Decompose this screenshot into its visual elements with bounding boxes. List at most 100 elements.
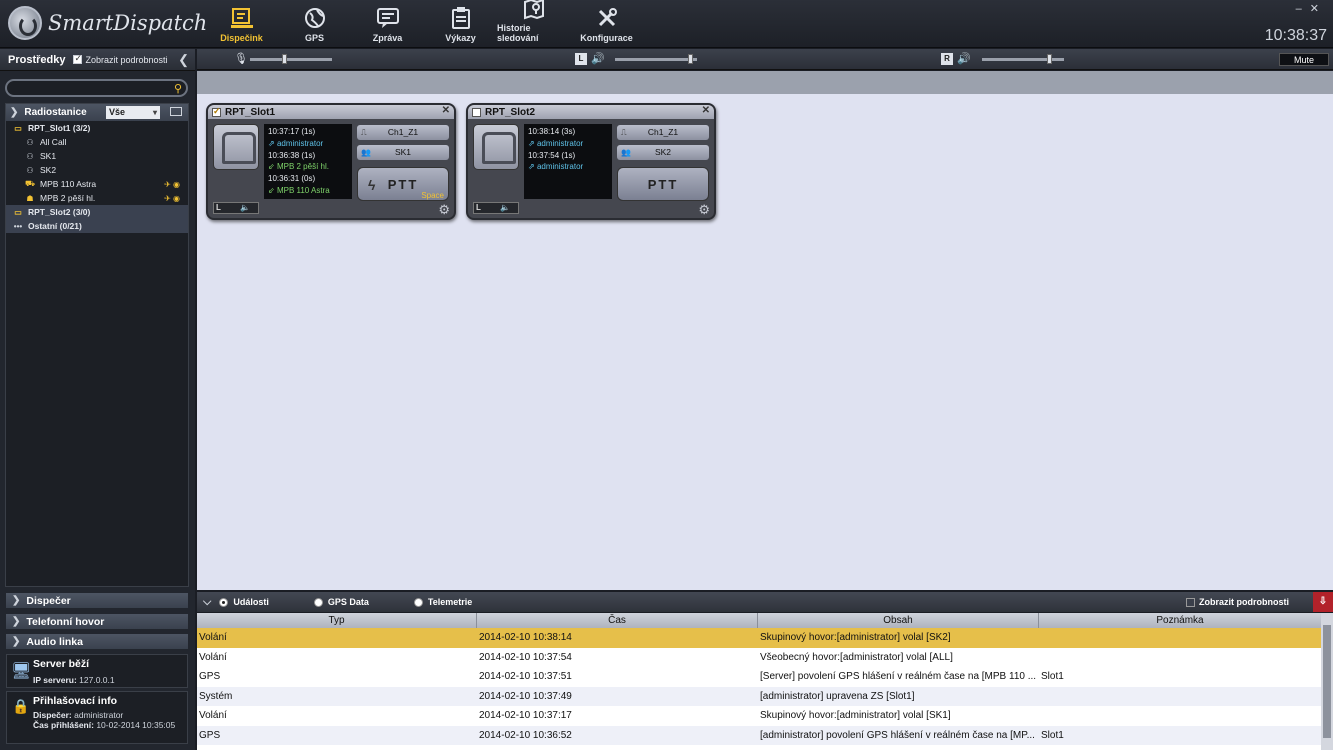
left-volume-slider[interactable] (615, 54, 697, 64)
gear-icon[interactable]: ⚙ (698, 202, 710, 218)
channel-button[interactable]: ⎍ Ch1_Z1 (357, 125, 449, 140)
card-checkbox[interactable] (472, 107, 481, 117)
group-button[interactable]: 👥 SK1 (357, 145, 449, 160)
slider-knob[interactable] (688, 54, 694, 64)
nav-vykazy[interactable]: Výkazy (424, 0, 497, 48)
close-button[interactable]: ✕ (1310, 3, 1327, 15)
table-row[interactable]: Volání 2014-02-10 10:37:54 Všeobecný hov… (197, 648, 1333, 668)
log-caller: ⇙ MPB 2 pěší hl. (268, 162, 329, 172)
card-title: RPT_Slot2 (485, 106, 536, 118)
tree-node[interactable]: ▭ RPT_Slot2 (3/0) (6, 205, 188, 219)
section-dispecer[interactable]: ❯ Dispečer (6, 593, 188, 608)
table-row[interactable]: GPS 2014-02-10 10:36:52 [administrator] … (197, 725, 1333, 745)
repeater-device-icon (473, 124, 519, 170)
table-row[interactable]: Systém 2014-02-10 10:37:49 [administrato… (197, 686, 1333, 706)
events-bar: ⌵ Události GPS Data Telemetrie Zobrazit … (197, 592, 1333, 612)
display-icon[interactable] (170, 107, 182, 116)
slider-knob[interactable] (1047, 54, 1053, 64)
tab-udalosti[interactable]: Události (233, 597, 269, 607)
channel-card[interactable]: RPT_Slot2 ✕ 10:38:14 (3s) ⇗ administrato… (466, 103, 716, 220)
card-header: RPT_Slot2 ✕ (468, 105, 714, 119)
chevron-down-icon[interactable]: ⌵ (203, 596, 211, 609)
nav-dispecink[interactable]: Dispečink (205, 0, 278, 48)
show-details-checkbox[interactable] (73, 53, 83, 64)
column-header[interactable]: Obsah (758, 613, 1039, 628)
gps-eye-icon[interactable]: ✈ ◉ (164, 180, 180, 189)
lr-toggle[interactable]: L 🔈 (473, 202, 519, 214)
mute-button[interactable]: Mute (1279, 53, 1329, 66)
events-details-checkbox[interactable] (1186, 597, 1195, 607)
group-icon: ⚇ (26, 165, 34, 175)
section-label: Telefonní hovor (26, 615, 105, 628)
log-time: 10:37:17 (1s) (268, 127, 316, 136)
card-checkbox[interactable] (212, 106, 221, 117)
tab-telemetrie[interactable]: Telemetrie (428, 597, 472, 607)
login-info: 🔒 Přihlašovací info Dispečer: administra… (6, 691, 188, 744)
log-time: 10:38:14 (3s) (528, 127, 576, 136)
right-volume-slider[interactable] (982, 54, 1064, 64)
tab-gps-data-radio[interactable] (313, 597, 323, 607)
tab-udalosti-radio[interactable] (219, 597, 229, 607)
ptt-button[interactable]: ϟ PTT Space (357, 167, 449, 201)
section-label: Dispečer (26, 594, 71, 607)
channel-icon: ⎍ (621, 128, 627, 137)
card-title: RPT_Slot1 (225, 106, 276, 118)
tab-gps-data[interactable]: GPS Data (328, 597, 369, 607)
filter-select[interactable]: Vše (106, 106, 160, 119)
app-logo: SmartDispatch (8, 6, 207, 40)
nav-historie[interactable]: Historie sledování (497, 0, 570, 48)
server-status: 🖥 Server běží IP serveru: 127.0.0.1 (6, 654, 188, 688)
nav-zprava[interactable]: Zpráva (351, 0, 424, 48)
server-title: Server běží (33, 658, 90, 670)
tree-node-label: All Call (40, 137, 67, 147)
group-button[interactable]: 👥 SK2 (617, 145, 709, 160)
channel-button[interactable]: ⎍ Ch1_Z1 (617, 125, 709, 140)
table-scrollbar[interactable] (1321, 613, 1333, 750)
table-row[interactable]: Volání 2014-02-10 10:37:17 Skupinový hov… (197, 706, 1333, 726)
nav-gps[interactable]: GPS (278, 0, 351, 48)
person-icon: ☗ (26, 193, 34, 203)
column-header[interactable]: Poznámka (1039, 613, 1321, 628)
speaker-icon[interactable]: 🔊 (591, 52, 605, 65)
close-icon[interactable]: ✕ (702, 105, 710, 116)
tree-node[interactable]: ▭ RPT_Slot1 (3/2) (6, 121, 188, 135)
tree-node-label: RPT_Slot2 (3/0) (28, 207, 91, 217)
tree-node[interactable]: ⚇ SK2 (6, 163, 188, 177)
tree-node[interactable]: ⚇ SK1 (6, 149, 188, 163)
map-history-icon (521, 0, 547, 20)
dispatch-area: RPT_Slot1 ✕ 10:37:17 (1s) ⇗ administrato… (197, 94, 1333, 590)
resource-tree: ❯ Radiostanice Vše ▭ RPT_Slot1 (3/2) ⚇ A… (5, 103, 189, 587)
gps-eye-icon[interactable]: ✈ ◉ (164, 194, 180, 203)
speaker-icon: 🔈 (500, 203, 510, 212)
section-telefonni-hovor[interactable]: ❯ Telefonní hovor (6, 614, 188, 629)
group-icon: 👥 (621, 148, 631, 157)
minimize-button[interactable]: – (1296, 3, 1310, 15)
scrollbar-thumb[interactable] (1323, 625, 1331, 738)
gear-icon[interactable]: ⚙ (438, 202, 450, 218)
column-header[interactable]: Čas (477, 613, 758, 628)
collapse-icon[interactable]: ❮ (178, 52, 189, 68)
channel-card[interactable]: RPT_Slot1 ✕ 10:37:17 (1s) ⇗ administrato… (206, 103, 456, 220)
radio-section-header[interactable]: ❯ Radiostanice Vše (6, 104, 188, 121)
mic-slider[interactable] (250, 54, 332, 64)
speaker-icon[interactable]: 🔊 (957, 52, 971, 65)
slider-knob[interactable] (282, 54, 288, 64)
lr-toggle[interactable]: L 🔈 (213, 202, 259, 214)
table-row[interactable]: Volání 2014-02-10 10:38:14 Skupinový hov… (197, 628, 1333, 648)
search-input[interactable]: ⚲ (5, 79, 188, 97)
column-header[interactable]: Typ (197, 613, 477, 628)
export-icon[interactable]: ⇩ (1313, 592, 1333, 612)
section-audio-linka[interactable]: ❯ Audio linka (6, 634, 188, 649)
audio-toolbar: 🎙 L 🔊 R 🔊 Mute (197, 49, 1333, 70)
ptt-button[interactable]: PTT (617, 167, 709, 201)
table-row[interactable]: GPS 2014-02-10 10:37:51 [Server] povolen… (197, 667, 1333, 687)
tree-node[interactable]: ⚇ All Call (6, 135, 188, 149)
section-label: Audio linka (26, 635, 83, 648)
tree-node[interactable]: ••• Ostatní (0/21) (6, 219, 188, 233)
close-icon[interactable]: ✕ (442, 105, 450, 116)
nav-konfigurace[interactable]: Konfigurace (570, 0, 643, 48)
search-icon[interactable]: ⚲ (174, 82, 182, 95)
tree-node[interactable]: ⛟ MPB 110 Astra ✈ ◉ (6, 177, 188, 191)
tree-node[interactable]: ☗ MPB 2 pěší hl. ✈ ◉ (6, 191, 188, 205)
tab-telemetrie-radio[interactable] (413, 597, 423, 607)
